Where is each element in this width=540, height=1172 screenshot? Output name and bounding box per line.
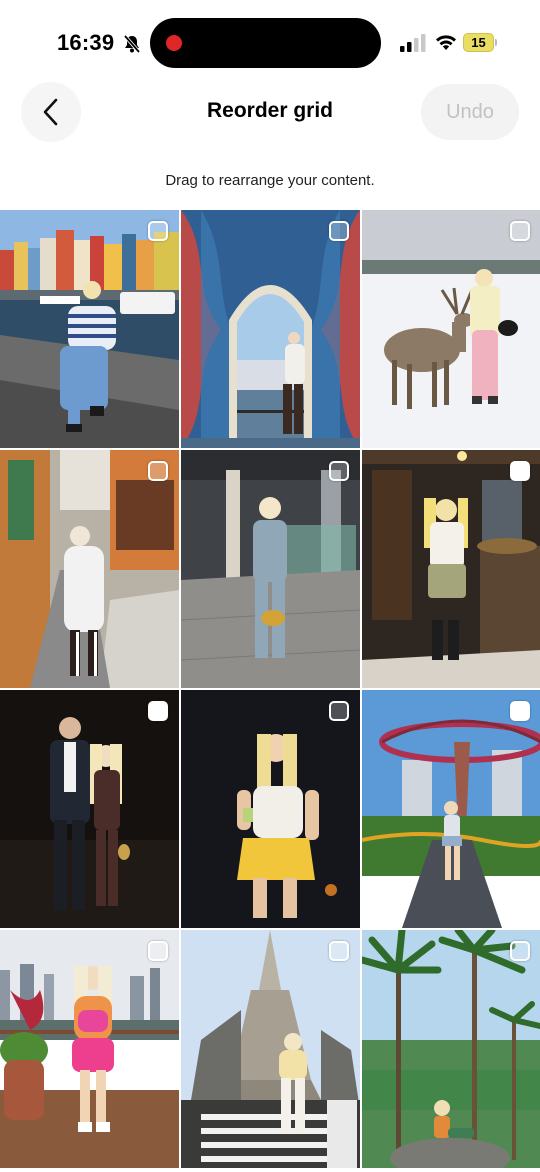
bell-slash-icon	[123, 34, 141, 54]
battery-icon: 15	[463, 33, 497, 52]
select-checkbox[interactable]	[329, 701, 349, 721]
photo-night-yellow-skirt	[181, 690, 360, 928]
select-checkbox[interactable]	[510, 701, 530, 721]
photo-couple-night	[0, 690, 179, 928]
photo-mural-archway	[181, 210, 360, 448]
select-checkbox[interactable]	[148, 701, 168, 721]
select-checkbox[interactable]	[329, 461, 349, 481]
select-checkbox[interactable]	[510, 461, 530, 481]
photo-palm-trees	[362, 930, 540, 1168]
photo-reindeer-snow	[362, 210, 540, 448]
grid-tile-5[interactable]	[181, 450, 360, 688]
select-checkbox[interactable]	[510, 941, 530, 961]
instruction-text: Drag to rearrange your content.	[165, 172, 375, 189]
photo-temple-stairs	[181, 930, 360, 1168]
photo-street-white-coat	[0, 450, 179, 688]
select-checkbox[interactable]	[510, 221, 530, 241]
photo-supertree-garden	[362, 690, 540, 928]
grid-tile-6[interactable]	[362, 450, 540, 688]
select-checkbox[interactable]	[148, 941, 168, 961]
select-checkbox[interactable]	[148, 461, 168, 481]
status-time: 16:39	[57, 30, 115, 55]
select-checkbox[interactable]	[329, 221, 349, 241]
grid-tile-12[interactable]	[362, 930, 540, 1168]
select-checkbox[interactable]	[148, 221, 168, 241]
photo-restaurant-interior	[362, 450, 540, 688]
status-bar: 16:39 15	[0, 0, 540, 84]
dynamic-island	[150, 18, 381, 68]
grid-tile-1[interactable]	[0, 210, 179, 448]
reorder-grid	[0, 210, 540, 1168]
grid-tile-2[interactable]	[181, 210, 360, 448]
photo-lobby-denim	[181, 450, 360, 688]
recording-indicator	[166, 35, 182, 51]
photo-city-balcony	[0, 930, 179, 1168]
grid-tile-11[interactable]	[181, 930, 360, 1168]
signal-icon	[400, 34, 426, 52]
undo-button[interactable]: Undo	[421, 84, 519, 140]
grid-tile-9[interactable]	[362, 690, 540, 928]
grid-tile-10[interactable]	[0, 930, 179, 1168]
grid-tile-4[interactable]	[0, 450, 179, 688]
grid-tile-7[interactable]	[0, 690, 179, 928]
grid-tile-8[interactable]	[181, 690, 360, 928]
wifi-icon	[436, 35, 456, 50]
photo-canal-harbour	[0, 210, 179, 448]
battery-level: 15	[463, 33, 494, 52]
select-checkbox[interactable]	[329, 941, 349, 961]
grid-tile-3[interactable]	[362, 210, 540, 448]
